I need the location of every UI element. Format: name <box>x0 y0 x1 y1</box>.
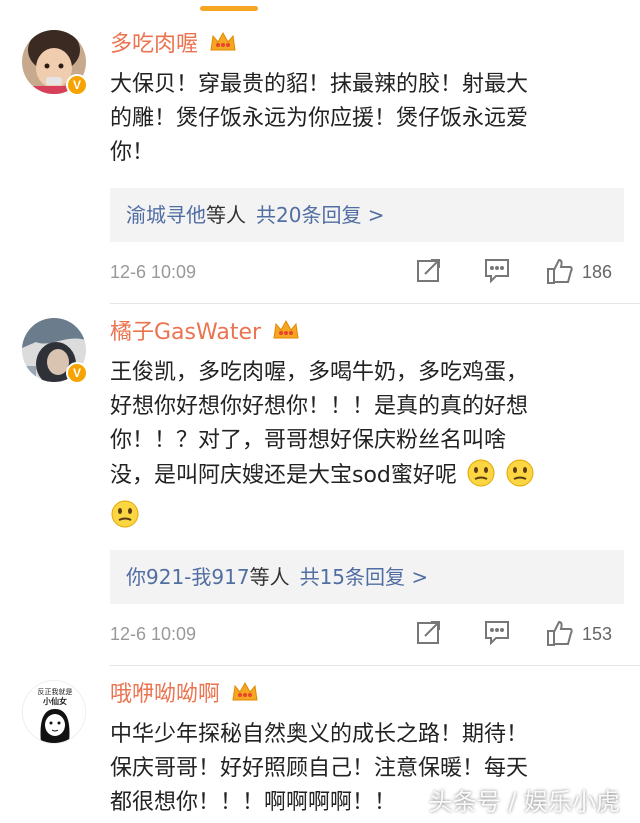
divider <box>110 303 640 304</box>
watermark: 头条号 / 娱乐小虎 <box>428 788 620 816</box>
comment-text: 王俊凯，多吃肉喔，多喝牛奶，多吃鸡蛋， 好想你好想你好想你！！！是真的真的好想 … <box>110 356 610 540</box>
reply-summary[interactable]: 你921-我917等人 共15条回复 > <box>110 550 624 604</box>
username[interactable]: 哦咿呦呦啊 <box>110 680 259 713</box>
avatar[interactable]: 反正我就是 小仙女 <box>22 680 86 744</box>
svg-text:小仙女: 小仙女 <box>42 696 67 706</box>
divider <box>110 665 640 666</box>
comment-meta: 12-6 10:09 186 <box>110 257 620 287</box>
thinking-emoji-icon <box>466 458 496 499</box>
like-count: 153 <box>582 624 613 644</box>
comment-text: 大保贝！穿最贵的貂！抹最辣的胶！射最大 的雕！煲仔饭永远为你应援！煲仔饭永远爱 … <box>110 72 529 165</box>
timestamp: 12-6 10:09 <box>110 624 197 644</box>
comment-line-with-emoji: 没，是叫阿庆嫂还是大宝sod蜜好呢 <box>110 458 610 499</box>
comment-meta: 12-6 10:09 153 <box>110 619 620 649</box>
reply-user-names[interactable]: 你921-我917 <box>126 565 250 589</box>
reply-summary[interactable]: 渝城寻他等人 共20条回复 > <box>110 188 624 242</box>
username[interactable]: 橘子GasWater <box>110 318 300 351</box>
crown-icon <box>272 318 300 351</box>
reply-user-names[interactable]: 渝城寻他 <box>126 203 206 227</box>
thumbs-up-icon[interactable] <box>546 257 574 287</box>
share-icon[interactable] <box>416 257 442 287</box>
verified-badge-icon: V <box>66 362 88 384</box>
crown-icon <box>209 30 237 63</box>
share-icon[interactable] <box>416 619 442 649</box>
thinking-emoji-icon <box>110 499 140 540</box>
verified-badge-icon: V <box>66 74 88 96</box>
like-count: 186 <box>582 262 613 282</box>
username[interactable]: 多吃肉喔 <box>110 30 237 63</box>
thumbs-up-icon[interactable] <box>546 619 574 649</box>
top-scroll-indicator <box>200 6 258 11</box>
comment-icon[interactable] <box>484 257 510 287</box>
timestamp: 12-6 10:09 <box>110 262 197 282</box>
thinking-emoji-icon <box>505 458 535 499</box>
svg-text:反正我就是: 反正我就是 <box>38 687 73 696</box>
view-replies-link[interactable]: 共15条回复 > <box>300 565 429 589</box>
comment-icon[interactable] <box>484 619 510 649</box>
view-replies-link[interactable]: 共20条回复 > <box>256 203 385 227</box>
crown-icon <box>231 680 259 713</box>
